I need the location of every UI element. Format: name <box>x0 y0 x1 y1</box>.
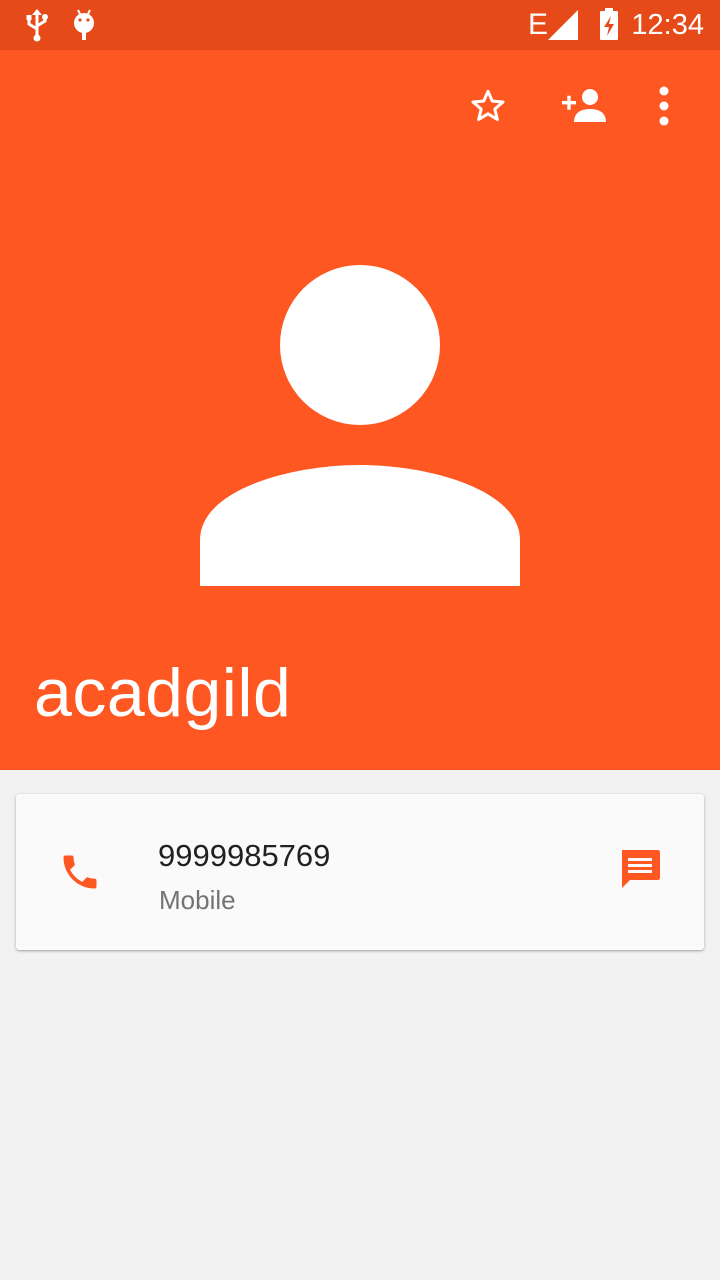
person-placeholder-icon <box>200 265 520 586</box>
battery-charging-icon <box>600 8 618 40</box>
android-debug-icon <box>74 9 94 40</box>
phone-number: 9999985769 <box>158 838 331 873</box>
status-bar: E 12:34 <box>0 0 720 50</box>
send-message-button[interactable] <box>604 834 676 906</box>
phone-icon[interactable] <box>58 850 102 894</box>
contact-name: acadgild <box>34 655 292 731</box>
star-icon <box>471 89 505 121</box>
status-time: 12:34 <box>631 9 704 41</box>
edge-signal-icon <box>548 10 578 40</box>
more-options-button[interactable] <box>628 70 700 142</box>
network-type-label: E <box>528 8 549 41</box>
favorite-button[interactable] <box>452 70 524 142</box>
phone-entry-card[interactable]: 9999985769 Mobile <box>16 794 704 950</box>
message-icon <box>622 850 660 888</box>
add-contact-button[interactable] <box>548 70 620 142</box>
add-person-icon <box>562 89 606 122</box>
usb-icon <box>26 9 48 42</box>
more-vert-icon <box>659 86 669 126</box>
phone-type-label: Mobile <box>159 885 236 915</box>
contact-header: acadgild <box>0 50 720 770</box>
